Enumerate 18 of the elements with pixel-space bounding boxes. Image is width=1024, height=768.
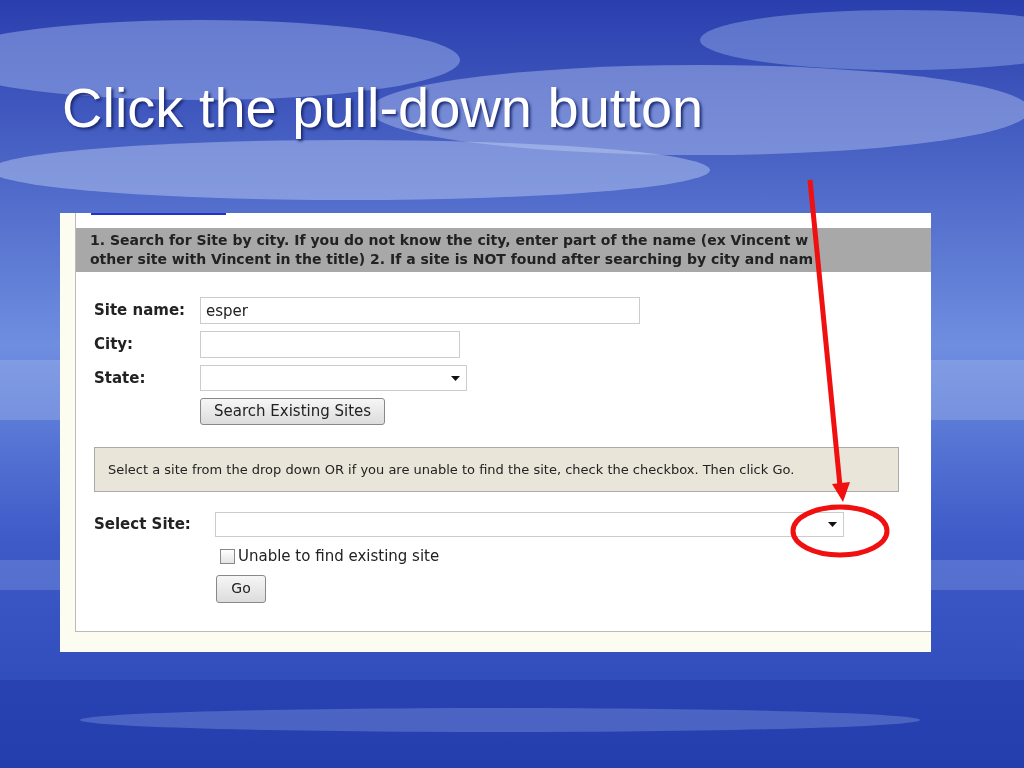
notice-box: Select a site from the drop down OR if you are unable to find the site, check the checkbox. Then click Go.	[94, 447, 899, 492]
input-field[interactable]: esper	[200, 297, 640, 324]
slide-title: Click the pull-down button	[62, 78, 704, 138]
checkbox[interactable]	[220, 548, 235, 564]
caret-icon	[451, 375, 460, 381]
select-site-dropdown[interactable]	[215, 512, 844, 537]
field-label: State:	[94, 367, 147, 389]
checkbox-label: Unable to find existing site	[238, 546, 440, 567]
instruction-text: other site with Vincent in the title) 2. If a site is NOT found after searching by city and nam	[90, 250, 814, 269]
field-label: City:	[94, 334, 135, 356]
state-dropdown[interactable]	[200, 365, 467, 391]
instruction-text: 1. Search for Site by city. If you do not know the city, enter part of the name (ex Vincent w	[90, 231, 809, 250]
input-field[interactable]	[200, 331, 460, 358]
field-label: Select Site:	[94, 514, 192, 536]
caret-icon	[828, 522, 837, 527]
field-label: Site name:	[94, 300, 187, 322]
search-button[interactable]: Search Existing Sites	[200, 398, 386, 425]
go-button[interactable]: Go	[216, 574, 266, 603]
